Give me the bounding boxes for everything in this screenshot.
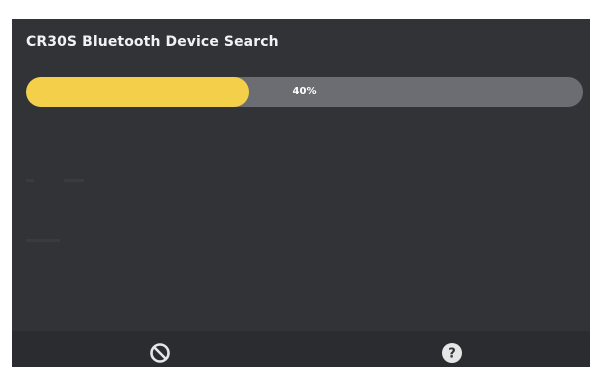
cancel-icon bbox=[150, 343, 170, 363]
search-progress-bar: 40% bbox=[26, 77, 583, 107]
device-search-dialog: CR30S Bluetooth Device Search 40% ? bbox=[12, 19, 590, 367]
help-icon: ? bbox=[442, 343, 462, 363]
device-list-area bbox=[12, 119, 590, 329]
faint-artifact bbox=[64, 179, 84, 182]
faint-artifact bbox=[26, 239, 60, 242]
help-button[interactable]: ? bbox=[440, 341, 464, 365]
progress-label: 40% bbox=[292, 86, 317, 97]
dialog-footer: ? bbox=[12, 331, 590, 367]
svg-text:?: ? bbox=[448, 347, 456, 362]
faint-artifact bbox=[26, 179, 34, 182]
cancel-button[interactable] bbox=[148, 341, 172, 365]
dialog-title: CR30S Bluetooth Device Search bbox=[26, 34, 279, 50]
